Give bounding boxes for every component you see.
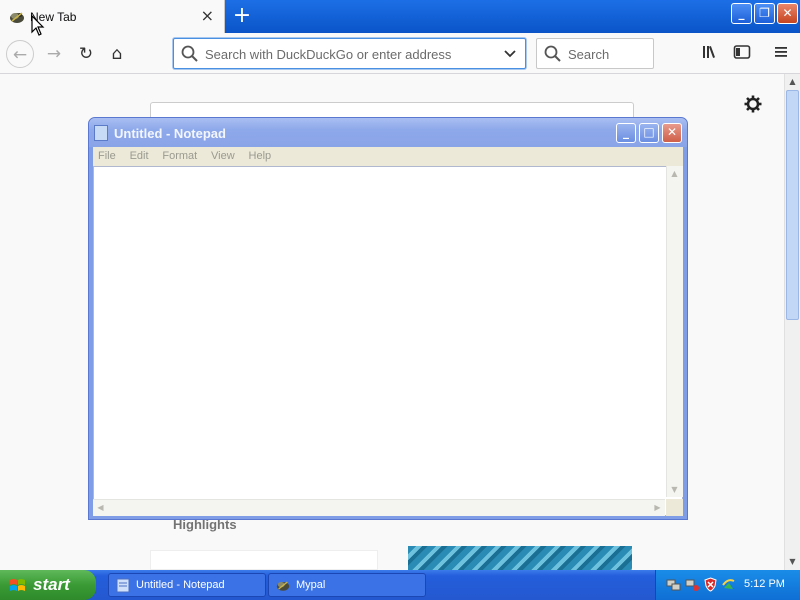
system-tray: 5:12 PM — [655, 570, 800, 600]
notepad-icon — [94, 125, 108, 141]
scrollbar-thumb[interactable] — [786, 90, 799, 320]
taskbar-button-notepad[interactable]: Untitled - Notepad — [108, 573, 266, 597]
scroll-up-icon[interactable]: ▲ — [785, 74, 800, 90]
search-bar-placeholder: Search — [568, 47, 610, 62]
notepad-window: Untitled - Notepad _ □ ✕ File Edit Forma… — [88, 117, 688, 520]
network-icon[interactable] — [666, 577, 681, 592]
gear-icon[interactable] — [743, 94, 763, 114]
notepad-title: Untitled - Notepad — [114, 126, 226, 141]
network-disconnected-icon[interactable] — [685, 577, 700, 592]
search-icon — [181, 45, 198, 62]
highlight-card-image[interactable] — [408, 546, 632, 570]
search-icon — [544, 45, 561, 62]
url-bar[interactable]: Search with DuckDuckGo or enter address — [173, 38, 526, 69]
search-bar[interactable]: Search — [536, 38, 654, 69]
back-button[interactable]: ← — [6, 40, 34, 68]
page-scrollbar[interactable]: ▲ ▼ — [784, 74, 800, 570]
library-icon[interactable] — [701, 43, 719, 61]
highlight-card[interactable] — [150, 550, 378, 570]
tab-close-icon[interactable]: × — [201, 7, 214, 25]
taskbar: start Untitled - Notepad Mypal 5:12 PM — [0, 570, 800, 600]
reload-button[interactable]: ↻ — [72, 40, 100, 68]
browser-close-button[interactable]: ✕ — [777, 3, 798, 24]
taskbar-button-mypal[interactable]: Mypal — [268, 573, 426, 597]
scroll-down-icon[interactable]: ▼ — [785, 554, 800, 570]
mypal-icon — [276, 581, 290, 591]
taskbar-clock[interactable]: 5:12 PM — [744, 578, 785, 590]
notepad-icon — [116, 578, 130, 593]
menu-icon[interactable] — [772, 43, 790, 61]
menu-format[interactable]: Format — [162, 147, 197, 166]
navigation-toolbar: ← → ↻ ⌂ Search with DuckDuckGo or enter … — [0, 33, 800, 74]
taskbar-button-label: Untitled - Notepad — [136, 579, 225, 591]
security-shield-icon[interactable] — [703, 577, 718, 592]
notepad-text-area[interactable] — [93, 166, 683, 516]
browser-minimize-button[interactable]: _ — [731, 3, 752, 24]
menu-view[interactable]: View — [211, 147, 235, 166]
windows-logo-icon — [10, 579, 25, 591]
browser-tab-strip: New Tab × + _ ❐ ✕ — [0, 0, 800, 33]
notepad-close-button[interactable]: ✕ — [662, 123, 682, 143]
notepad-menubar: File Edit Format View Help — [93, 147, 683, 166]
notepad-titlebar[interactable]: Untitled - Notepad _ □ ✕ — [89, 118, 687, 147]
mypal-icon — [10, 12, 24, 23]
url-bar-placeholder: Search with DuckDuckGo or enter address — [205, 47, 452, 62]
home-button[interactable]: ⌂ — [103, 40, 131, 68]
taskbar-button-label: Mypal — [296, 579, 326, 591]
browser-maximize-button[interactable]: ❐ — [754, 3, 775, 24]
notepad-maximize-button[interactable]: □ — [639, 123, 659, 143]
menu-file[interactable]: File — [98, 147, 116, 166]
start-button[interactable]: start — [0, 570, 96, 600]
chevron-down-icon[interactable] — [503, 45, 517, 63]
menu-edit[interactable]: Edit — [130, 147, 149, 166]
sidebar-icon[interactable] — [733, 43, 751, 61]
notepad-minimize-button[interactable]: _ — [616, 123, 636, 143]
forward-button[interactable]: → — [40, 40, 68, 68]
update-icon[interactable] — [721, 577, 736, 592]
menu-help[interactable]: Help — [249, 147, 272, 166]
new-tab-button[interactable]: + — [229, 4, 255, 30]
start-label: start — [33, 575, 70, 594]
mouse-cursor-icon — [31, 15, 45, 36]
